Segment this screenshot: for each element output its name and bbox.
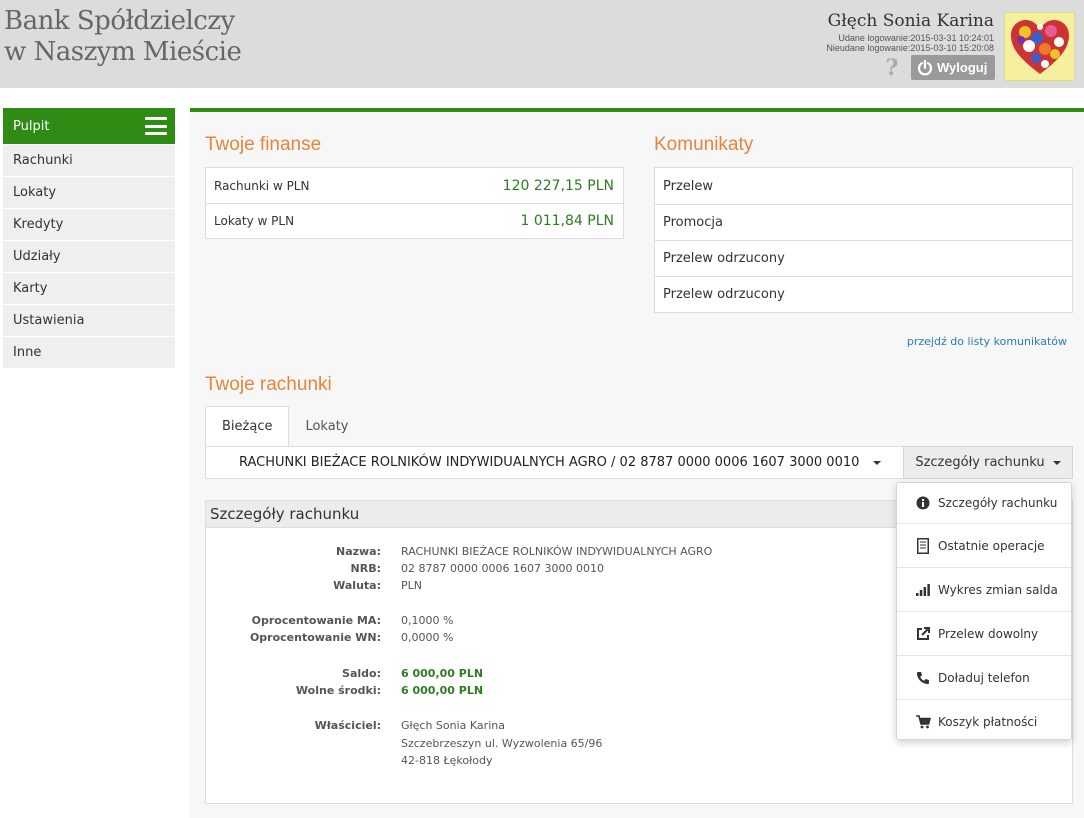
nrb-label: NRB:: [350, 562, 381, 575]
finances-table: Rachunki w PLN 120 227,15 PLN Lokaty w P…: [205, 167, 624, 239]
selected-account: RACHUNKI BIEŻACE ROLNIKÓW INDYWIDUALNYCH…: [239, 455, 860, 470]
bank-name-line2: w Naszym Mieście: [4, 37, 242, 67]
menu-item-balance-chart[interactable]: Wykres zmian salda: [897, 567, 1071, 611]
menu-item-label: Ostatnie operacje: [938, 538, 1045, 553]
interest-wn-label: Oprocentowanie WN:: [249, 631, 381, 644]
list-item[interactable]: Przelew odrzucony: [655, 276, 1072, 312]
last-failed-login: Nieudane logowanie:2015-03-10 15:20:08: [826, 43, 994, 53]
finance-amount: 1 011,84 PLN: [520, 213, 614, 229]
sidebar-item-other[interactable]: Inne: [3, 337, 175, 368]
menu-item-label: Szczegóły rachunku: [938, 496, 1058, 510]
balance-label: Saldo:: [342, 667, 381, 680]
sidebar-item-accounts[interactable]: Rachunki: [3, 145, 175, 176]
avatar: [1004, 12, 1075, 81]
user-name: Głęch Sonia Karina: [827, 11, 994, 31]
header: Bank Spółdzielczy w Naszym Mieście Głęch…: [0, 0, 1084, 88]
list-item[interactable]: Promocja: [655, 204, 1072, 240]
menu-item-phone-topup[interactable]: Doładuj telefon: [897, 655, 1071, 699]
balance-value: 6 000,00 PLN: [401, 667, 484, 680]
phone-icon: [915, 670, 931, 686]
sidebar-item-dashboard[interactable]: Pulpit: [3, 108, 175, 144]
table-row[interactable]: Lokaty w PLN 1 011,84 PLN: [206, 203, 623, 238]
info-icon: [915, 495, 931, 511]
name-label: Nazwa:: [335, 545, 381, 558]
details-button-label: Szczegóły rachunku: [915, 455, 1045, 470]
currency-value: PLN: [401, 579, 422, 592]
account-tabs: Bieżące Lokaty: [205, 406, 365, 446]
interest-wn-value: 0,0000 %: [401, 631, 454, 644]
table-row[interactable]: Rachunki w PLN 120 227,15 PLN: [206, 168, 623, 203]
menu-icon[interactable]: [145, 117, 167, 135]
menu-item-label: Przelew dowolny: [938, 626, 1039, 641]
heart-flowers-icon: [1010, 19, 1069, 74]
menu-item-transfer[interactable]: Przelew dowolny: [897, 611, 1071, 655]
interest-ma-value: 0,1000 %: [401, 614, 454, 627]
available-value: 6 000,00 PLN: [401, 684, 484, 697]
account-details-dropdown-button[interactable]: Szczegóły rachunku: [903, 446, 1073, 479]
list-item[interactable]: Przelew odrzucony: [655, 240, 1072, 276]
caret-down-icon: [1052, 460, 1061, 465]
owner-address: Szczebrzeszyn ul. Wyzwolenia 65/96: [401, 737, 603, 750]
help-icon[interactable]: ?: [882, 56, 902, 80]
account-select[interactable]: RACHUNKI BIEŻACE ROLNIKÓW INDYWIDUALNYCH…: [205, 446, 904, 479]
sidebar-item-loans[interactable]: Kredyty: [3, 209, 175, 240]
menu-item-recent-operations[interactable]: Ostatnie operacje: [897, 523, 1071, 567]
finance-amount: 120 227,15 PLN: [502, 177, 614, 194]
finance-label: Rachunki w PLN: [214, 178, 310, 193]
messages-list: Przelew Promocja Przelew odrzucony Przel…: [654, 167, 1073, 313]
list-item[interactable]: Przelew: [655, 168, 1072, 204]
sidebar-item-deposits[interactable]: Lokaty: [3, 177, 175, 208]
menu-item-label: Doładuj telefon: [938, 670, 1030, 685]
finances-title: Twoje finanse: [205, 134, 322, 155]
account-actions-menu: Szczegóły rachunku Ostatnie operacje Wyk…: [896, 482, 1072, 740]
menu-item-label: Koszyk płatności: [938, 714, 1038, 729]
available-label: Wolne środki:: [295, 684, 381, 697]
interest-ma-label: Oprocentowanie MA:: [251, 614, 381, 627]
owner-postal: 42-818 Łękołody: [401, 754, 493, 767]
caret-down-icon: [873, 460, 882, 465]
login-info: Udane logowanie:2015-03-31 10:24:01 Nieu…: [826, 33, 994, 53]
cart-icon: [915, 714, 931, 730]
sidebar-item-shares[interactable]: Udziały: [3, 241, 175, 272]
logout-label: Wyloguj: [937, 60, 988, 75]
messages-title: Komunikaty: [654, 134, 754, 155]
nrb-value: 02 8787 0000 0006 1607 3000 0010: [401, 562, 604, 575]
sidebar-item-settings[interactable]: Ustawienia: [3, 305, 175, 336]
owner-label: Właściciel:: [314, 719, 381, 732]
sidebar-title: Pulpit: [13, 118, 50, 134]
owner-name: Głęch Sonia Karina: [401, 719, 505, 732]
bank-name-line1: Bank Spółdzielczy: [4, 6, 235, 36]
accounts-title: Twoje rachunki: [205, 374, 332, 395]
tab-deposits[interactable]: Lokaty: [289, 406, 364, 446]
sidebar: Pulpit Rachunki Lokaty Kredyty Udziały K…: [3, 108, 175, 368]
sidebar-item-cards[interactable]: Karty: [3, 273, 175, 304]
currency-label: Waluta:: [333, 579, 381, 592]
bank-logo-text[interactable]: Bank Spółdzielczy w Naszym Mieście: [4, 6, 242, 68]
messages-list-link[interactable]: przejdź do listy komunikatów: [907, 335, 1067, 348]
receipt-icon: [915, 537, 931, 554]
logout-button[interactable]: Wyloguj: [911, 55, 995, 80]
tab-current[interactable]: Bieżące: [205, 406, 290, 446]
finance-label: Lokaty w PLN: [214, 214, 295, 228]
external-link-icon: [915, 626, 931, 642]
power-icon: [917, 59, 933, 76]
menu-item-payment-cart[interactable]: Koszyk płatności: [897, 699, 1071, 743]
last-success-login: Udane logowanie:2015-03-31 10:24:01: [838, 33, 994, 43]
menu-item-label: Wykres zmian salda: [938, 582, 1058, 597]
signal-bars-icon: [915, 582, 931, 598]
name-value: RACHUNKI BIEŻACE ROLNIKÓW INDYWIDUALNYCH…: [401, 545, 713, 558]
menu-item-account-details[interactable]: Szczegóły rachunku: [897, 483, 1071, 523]
